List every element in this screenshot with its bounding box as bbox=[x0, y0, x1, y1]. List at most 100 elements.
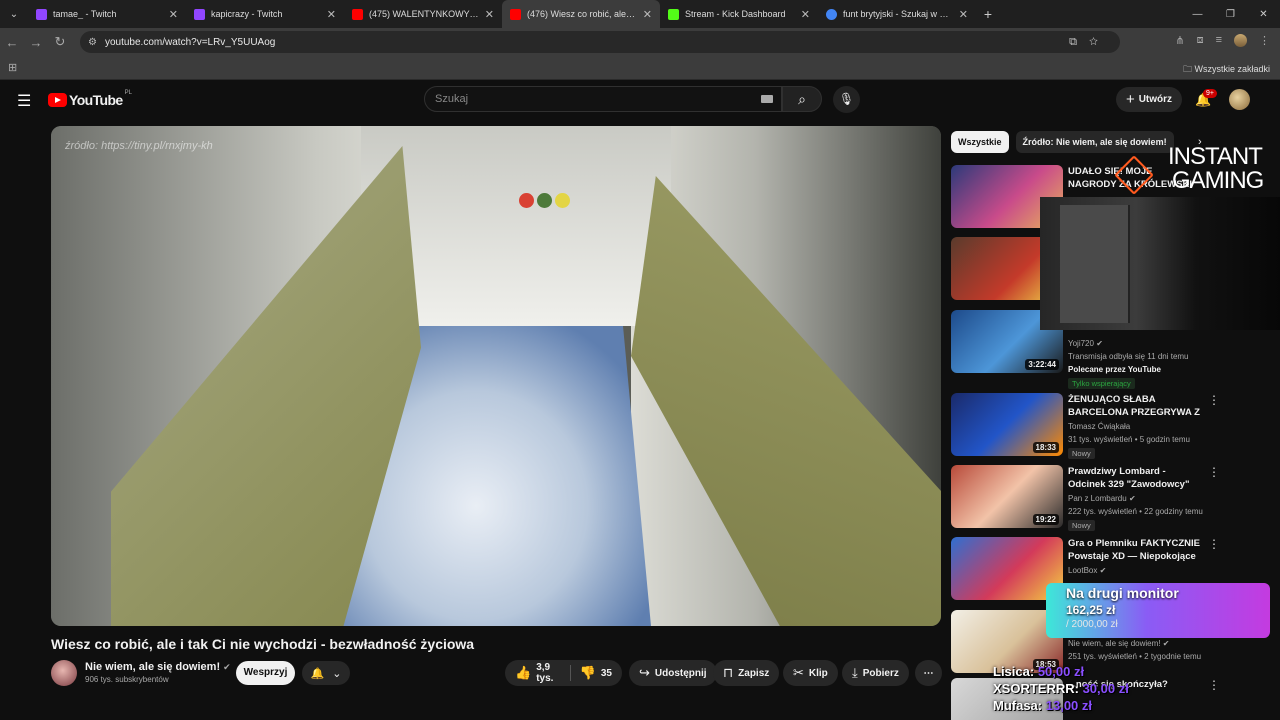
browser-tab[interactable]: tamae_ - Twitch ✕ bbox=[28, 0, 186, 28]
like-count: 3,9 tys. bbox=[536, 662, 554, 684]
channel-avatar[interactable] bbox=[51, 660, 77, 686]
search-input[interactable]: Szukaj bbox=[424, 86, 782, 112]
browser-tab[interactable]: Stream - Kick Dashboard ✕ bbox=[660, 0, 818, 28]
chip-all[interactable]: Wszystkie bbox=[951, 131, 1009, 153]
brand-logo-icon bbox=[1114, 155, 1154, 195]
bookmark-star-icon[interactable]: ⧉☆ bbox=[1069, 36, 1110, 49]
scissors-icon: ✂ bbox=[793, 665, 804, 680]
youtube-header: ☰ YouTube PL Szukaj ⌕ 🎙 + Utwórz 🔔 9+ bbox=[0, 80, 1280, 120]
url-field[interactable]: ⚙ youtube.com/watch?v=LRv_Y5UUAog ⧉☆ bbox=[80, 31, 1120, 53]
new-badge: Nowy bbox=[1068, 448, 1095, 459]
apps-grid-icon[interactable]: ⊞ bbox=[8, 61, 17, 74]
browser-tab-active[interactable]: (476) Wiesz co robić, ale i tak Ci ✕ bbox=[502, 0, 660, 28]
tab-title: funt brytyjski - Szukaj w Google bbox=[843, 9, 953, 19]
profile-avatar[interactable] bbox=[1234, 34, 1247, 47]
close-icon[interactable]: ✕ bbox=[485, 8, 494, 21]
download-icon: ⤓ bbox=[852, 665, 858, 680]
youtube-icon bbox=[352, 8, 363, 20]
more-vertical-icon[interactable]: ⋮ bbox=[1208, 465, 1220, 479]
thumbs-up-icon: 👍 bbox=[515, 665, 532, 680]
close-window-icon[interactable]: ✕ bbox=[1247, 9, 1280, 20]
microphone-icon: 🎙 bbox=[838, 92, 855, 106]
channel-name-text: Nie wiem, ale się dowiem! bbox=[1068, 639, 1161, 648]
donor-amount: 50,00 zł bbox=[1037, 664, 1085, 679]
puzzle-icon[interactable]: ⧈ bbox=[1197, 34, 1204, 47]
forward-icon[interactable]: → bbox=[24, 35, 48, 50]
close-icon[interactable]: ✕ bbox=[959, 8, 968, 21]
youtube-icon bbox=[510, 8, 521, 20]
verified-icon: ✔ bbox=[1096, 339, 1103, 348]
more-actions-button[interactable]: ⋯ bbox=[915, 660, 942, 686]
tab-search-icon[interactable]: ⌄ bbox=[0, 0, 28, 28]
video-title[interactable]: ŻENUJĄCO SŁABA BARCELONA PRZEGRYWA Z SĘD… bbox=[1068, 393, 1203, 420]
close-icon[interactable]: ✕ bbox=[327, 8, 336, 21]
like-button[interactable]: 👍 3,9 tys. bbox=[515, 662, 561, 684]
video-title: Wiesz co robić, ale i tak Ci nie wychodz… bbox=[51, 636, 475, 652]
restore-icon[interactable]: ❐ bbox=[1214, 9, 1247, 20]
video-player[interactable]: źródło: https://tiny.pl/rnxjmy-kh bbox=[51, 126, 941, 626]
bookmark-icon: ⊓ bbox=[723, 665, 734, 680]
create-button[interactable]: + Utwórz bbox=[1116, 87, 1182, 112]
close-icon[interactable]: ✕ bbox=[169, 8, 178, 21]
minimize-icon[interactable]: — bbox=[1181, 9, 1214, 20]
window-controls: — ❐ ✕ bbox=[1181, 0, 1280, 28]
top-donors-list: Lisica: 50,00 zł XSORTERRR: 30,00 zł Muf… bbox=[993, 663, 1129, 714]
video-thumbnail[interactable]: 19:22 bbox=[951, 465, 1063, 528]
twitch-icon bbox=[194, 8, 205, 20]
save-label: Zapisz bbox=[738, 667, 770, 679]
hamburger-menu-icon[interactable]: ☰ bbox=[17, 91, 31, 111]
download-button[interactable]: ⤓ Pobierz bbox=[842, 660, 909, 686]
close-icon[interactable]: ✕ bbox=[801, 8, 810, 21]
subscribed-button[interactable]: 🔔 ⌄ bbox=[302, 661, 350, 685]
video-meta: 222 tys. wyświetleń • 22 godziny temu bbox=[1068, 507, 1203, 516]
keyboard-icon[interactable] bbox=[761, 95, 773, 103]
webcam-overlay bbox=[1040, 197, 1280, 330]
browser-tab[interactable]: (475) WALENTYNKOWY TALERZ ✕ bbox=[344, 0, 502, 28]
new-tab-button[interactable]: + bbox=[976, 6, 1000, 22]
share-button[interactable]: ↪ Udostępnij bbox=[629, 660, 717, 686]
extension-icon[interactable]: ⋔ bbox=[1175, 34, 1184, 47]
dislike-button[interactable]: 👎 35 bbox=[580, 665, 612, 681]
donation-goal-widget: Na drugi monitor 162,25 zł / 2000,00 zł bbox=[1046, 583, 1270, 638]
more-vertical-icon[interactable]: ⋮ bbox=[1208, 537, 1220, 551]
google-icon bbox=[826, 8, 837, 20]
back-icon[interactable]: ← bbox=[0, 35, 24, 50]
youtube-logo[interactable]: YouTube PL bbox=[48, 90, 132, 108]
support-button[interactable]: Wesprzyj bbox=[236, 661, 295, 685]
site-info-icon[interactable]: ⚙ bbox=[88, 37, 97, 48]
logo-text: YouTube bbox=[69, 92, 123, 108]
list-item[interactable]: 19:22 Prawdziwy Lombard - Odcinek 329 "Z… bbox=[951, 465, 1271, 531]
list-item[interactable]: 18:33 ŻENUJĄCO SŁABA BARCELONA PRZEGRYWA… bbox=[951, 393, 1271, 459]
channel-name[interactable]: Nie wiem, ale się dowiem! ✔ bbox=[85, 661, 231, 673]
video-watermark: źródło: https://tiny.pl/rnxjmy-kh bbox=[65, 140, 213, 152]
duration-badge: 19:22 bbox=[1032, 514, 1059, 525]
sponsor-logo-overlay: INSTANT GAMING bbox=[1110, 141, 1280, 197]
video-meta: 251 tys. wyświetleń • 2 tygodnie temu bbox=[1068, 652, 1202, 661]
more-vertical-icon[interactable]: ⋮ bbox=[1208, 393, 1220, 407]
video-title[interactable]: Gra o Plemniku FAKTYCZNIE Powstaje XD — … bbox=[1068, 537, 1203, 564]
reload-icon[interactable]: ↻ bbox=[48, 34, 72, 50]
video-thumbnail[interactable]: 18:33 bbox=[951, 393, 1063, 456]
search-button[interactable]: ⌕ bbox=[782, 86, 822, 112]
tab-title: (476) Wiesz co robić, ale i tak Ci bbox=[527, 9, 637, 19]
browser-tab[interactable]: kapicrazy - Twitch ✕ bbox=[186, 0, 344, 28]
browser-tab[interactable]: funt brytyjski - Szukaj w Google ✕ bbox=[818, 0, 976, 28]
more-vertical-icon[interactable]: ⋮ bbox=[1208, 678, 1220, 692]
menu-kebab-icon[interactable]: ⋮ bbox=[1259, 34, 1270, 47]
video-title[interactable]: Prawdziwy Lombard - Odcinek 329 "Zawodow… bbox=[1068, 465, 1203, 491]
all-bookmarks-button[interactable]: 🗀 Wszystkie zakładki bbox=[1183, 62, 1270, 78]
clip-label: Klip bbox=[808, 667, 828, 679]
queue-icon[interactable]: ≡ bbox=[1216, 34, 1222, 47]
like-dislike-group: 👍 3,9 tys. 👎 35 bbox=[505, 660, 622, 686]
voice-search-button[interactable]: 🎙 bbox=[833, 86, 860, 113]
donor-name: Lisica: bbox=[993, 664, 1035, 679]
close-icon[interactable]: ✕ bbox=[643, 8, 652, 21]
more-horizontal-icon: ⋯ bbox=[923, 667, 934, 679]
save-button[interactable]: ⊓ Zapisz bbox=[713, 660, 780, 686]
donor-name: XSORTERRR: bbox=[993, 681, 1079, 696]
duration-badge: 3:22:44 bbox=[1025, 359, 1059, 370]
avatar[interactable] bbox=[1229, 89, 1250, 110]
jump-lights-icon bbox=[519, 193, 570, 208]
clip-button[interactable]: ✂ Klip bbox=[783, 660, 838, 686]
channel-name[interactable]: Tomasz Ćwiąkała bbox=[1068, 422, 1130, 431]
